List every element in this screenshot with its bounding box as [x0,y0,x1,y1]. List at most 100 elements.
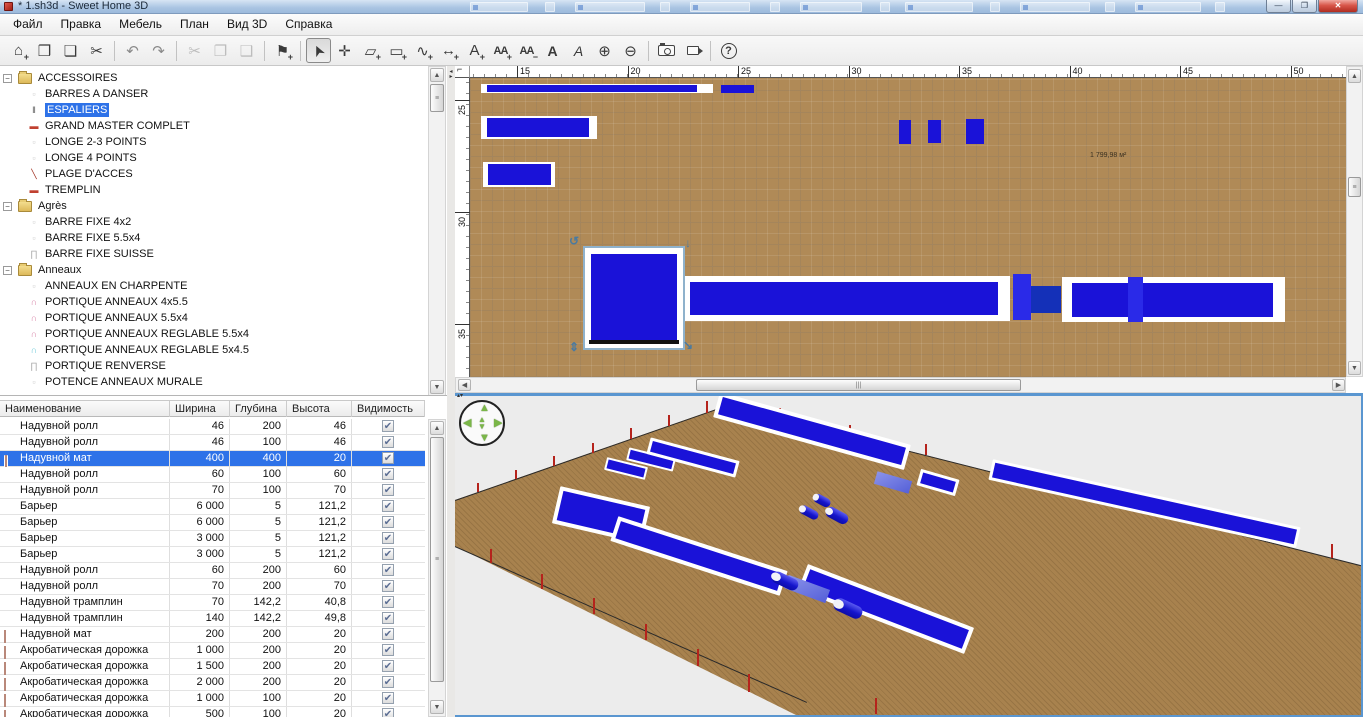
plan-furniture-item[interactable] [1013,274,1031,320]
catalog-item[interactable]: ∏PORTIQUE RENVERSE [0,358,425,374]
catalog-item[interactable]: ∩PORTIQUE ANNEAUX 5.5x4 [0,310,425,326]
menu-edit[interactable]: Правка [52,14,111,35]
visibility-checkbox[interactable]: ✔ [382,468,394,480]
catalog-item[interactable]: ∩PORTIQUE ANNEAUX REGLABLE 5.5x4 [0,326,425,342]
visibility-checkbox[interactable]: ✔ [382,628,394,640]
open-home-button[interactable]: ❒ [32,38,57,63]
scroll-up-button[interactable]: ▲ [1348,69,1361,83]
catalog-scrollbar[interactable]: ▲ ≡ ▼ [428,66,446,396]
furniture-row[interactable]: Надувной трамплин70142,240,8✔ [0,595,425,611]
plan-2d-canvas[interactable]: ↺↓⇕↘1 799,98 м² [470,78,1346,377]
visibility-checkbox[interactable]: ✔ [382,452,394,464]
rotate-handle-icon[interactable]: ↺ [569,234,579,248]
catalog-item[interactable]: ▬TREMPLIN [0,182,425,198]
create-photo-button[interactable] [654,38,679,63]
catalog-category[interactable]: −Anneaux [0,262,425,278]
furniture-row[interactable]: Надувной трамплин140142,249,8✔ [0,611,425,627]
catalog-item[interactable]: ∩PORTIQUE ANNEAUX 4x5.5 [0,294,425,310]
furniture-row[interactable]: Барьер6 0005121,2✔ [0,515,425,531]
maximize-button[interactable]: ❐ [1292,0,1317,13]
plan-furniture-item[interactable] [1128,277,1143,322]
scrollbar-thumb[interactable]: ≡ [1348,177,1361,197]
visibility-checkbox[interactable]: ✔ [382,692,394,704]
plan-furniture-item[interactable] [928,120,941,143]
nav-down-arrow-icon[interactable]: ▼ [479,433,490,443]
plan-furniture-item[interactable] [899,120,911,144]
plan-furniture-item[interactable] [721,85,754,93]
plan-horizontal-scrollbar[interactable]: ◀|||▶ [455,377,1346,393]
copy-button[interactable]: ❐ [208,38,233,63]
catalog-item[interactable]: ▫POTENCE ANNEAUX MURALE [0,374,425,390]
nav-up-arrow-icon[interactable]: ▲ [479,403,490,413]
camera-navigation-widget[interactable]: ▲ ▼ ◀ ▶ ▲▼ [459,400,505,446]
catalog-item[interactable]: ╲PLAGE D'ACCES [0,166,425,182]
plan-furniture-item[interactable] [1031,286,1061,313]
zoom-out-button[interactable]: ⊖ [618,38,643,63]
cut-button[interactable]: ✂ [182,38,207,63]
plan-vertical-scrollbar[interactable]: ▲≡▼ [1346,66,1363,377]
scrollbar-thumb[interactable]: ||| [696,379,1021,391]
visibility-checkbox[interactable]: ✔ [382,532,394,544]
paste-button[interactable]: ❑ [234,38,259,63]
nav-center-icon[interactable]: ▲▼ [478,415,486,431]
bold-button[interactable]: A [540,38,565,63]
tree-expander-icon[interactable]: − [3,74,12,83]
create-dimensions-button[interactable]: ↔+ [436,38,461,63]
catalog-item[interactable]: ∏BARRE FIXE SUISSE [0,246,425,262]
furniture-row[interactable]: Надувной ролл4610046✔ [0,435,425,451]
furniture-row[interactable]: Акробатическая дорожка1 50020020✔ [0,659,425,675]
visibility-checkbox[interactable]: ✔ [382,420,394,432]
furniture-row[interactable]: Барьер3 0005121,2✔ [0,531,425,547]
visibility-checkbox[interactable]: ✔ [382,580,394,592]
furniture-row[interactable]: Барьер6 0005121,2✔ [0,499,425,515]
column-header-height[interactable]: Высота [287,401,352,417]
furniture-row[interactable]: Акробатическая дорожка1 00020020✔ [0,643,425,659]
scroll-up-button[interactable]: ▲ [430,68,444,82]
menu-plan[interactable]: План [171,14,218,35]
new-home-button[interactable]: ⌂+ [6,38,31,63]
scroll-right-button[interactable]: ▶ [1332,379,1345,391]
furniture-table-scrollbar[interactable]: ▲≡▼ [428,419,446,717]
height-handle-icon[interactable]: ⇕ [569,340,579,354]
help-button[interactable]: ? [716,38,741,63]
furniture-list-panel[interactable]: НаименованиеШиринаГлубинаВысотаВидимость… [0,396,447,717]
plan-furniture-item[interactable] [966,119,984,144]
pan-tool-button[interactable]: ✛ [332,38,357,63]
visibility-checkbox[interactable]: ✔ [382,596,394,608]
plan-selected-furniture[interactable] [583,246,685,350]
catalog-item[interactable]: ‖ESPALIERS [0,102,425,118]
horizontal-splitter-arrows-icon[interactable]: ▴▾ [457,392,463,399]
scroll-down-button[interactable]: ▼ [430,380,444,394]
visibility-checkbox[interactable]: ✔ [382,484,394,496]
tree-expander-icon[interactable]: − [3,266,12,275]
visibility-checkbox[interactable]: ✔ [382,548,394,560]
catalog-category[interactable]: −Agrès [0,198,425,214]
column-header-visibility[interactable]: Видимость [352,401,425,417]
column-header-depth[interactable]: Глубина [230,401,287,417]
furniture-row[interactable]: Надувной ролл6010060✔ [0,467,425,483]
close-button[interactable]: ✕ [1318,0,1358,13]
resize-handle-icon[interactable]: ↘ [683,338,693,352]
furniture-row[interactable]: Надувной ролл7010070✔ [0,483,425,499]
furniture-row[interactable]: Надувной ролл4620046✔ [0,419,425,435]
select-tool-button[interactable]: ➤ [306,38,331,63]
menu-file[interactable]: Файл [4,14,52,35]
create-video-button[interactable] [680,38,705,63]
nav-left-arrow-icon[interactable]: ◀ [463,418,471,428]
scrollbar-thumb[interactable]: ≡ [430,84,444,112]
catalog-item[interactable]: ▬GRAND MASTER COMPLET [0,118,425,134]
furniture-row[interactable]: Акробатическая дорожка1 00010020✔ [0,691,425,707]
splitter-arrows-icon[interactable]: ◂▸ [447,70,455,80]
catalog-item[interactable]: ▫LONGE 4 POINTS [0,150,425,166]
redo-button[interactable]: ↷ [146,38,171,63]
column-header-name[interactable]: Наименование [0,401,170,417]
catalog-item[interactable]: ▫BARRES A DANSER [0,86,425,102]
minimize-button[interactable]: — [1266,0,1291,13]
visibility-checkbox[interactable]: ✔ [382,500,394,512]
visibility-checkbox[interactable]: ✔ [382,516,394,528]
catalog-item[interactable]: ▫LONGE 2-3 POINTS [0,134,425,150]
vertical-splitter[interactable]: ◂▸ [447,66,455,717]
menu-furniture[interactable]: Мебель [110,14,171,35]
visibility-checkbox[interactable]: ✔ [382,564,394,576]
zoom-in-button[interactable]: ⊕ [592,38,617,63]
